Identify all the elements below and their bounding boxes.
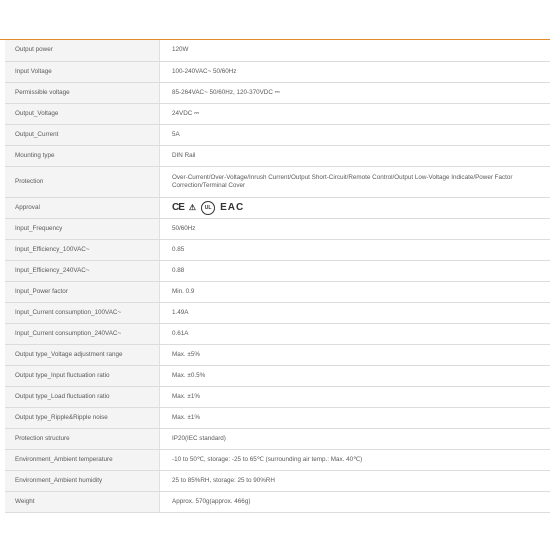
spec-value: DIN Rail bbox=[159, 145, 550, 167]
table-row: Output_Current 5A bbox=[5, 124, 550, 146]
table-row: Input_Current consumption_240VAC~ 0.61A bbox=[5, 323, 550, 345]
spec-value: 120W bbox=[159, 40, 550, 62]
spec-label: Environment_Ambient temperature bbox=[5, 449, 160, 471]
spec-value: 25 to 85%RH, storage: 25 to 90%RH bbox=[159, 470, 550, 492]
spec-value: Approx. 570g(approx. 466g) bbox=[159, 491, 550, 513]
top-divider bbox=[0, 0, 550, 40]
spec-value: Over-Current/Over-Voltage/Inrush Current… bbox=[159, 166, 550, 198]
spec-label: Output type_Input fluctuation ratio bbox=[5, 365, 160, 387]
spec-value: Min. 0.9 bbox=[159, 281, 550, 303]
table-row: Environment_Ambient humidity 25 to 85%RH… bbox=[5, 470, 550, 492]
table-row: Output type_Ripple&Ripple noise Max. ±1% bbox=[5, 407, 550, 429]
spec-label: Mounting type bbox=[5, 145, 160, 167]
spec-label: Input_Efficiency_240VAC~ bbox=[5, 260, 160, 282]
spec-label: Environment_Ambient humidity bbox=[5, 470, 160, 492]
eac-mark-icon: EAC bbox=[220, 201, 245, 213]
spec-label: Output_Current bbox=[5, 124, 160, 146]
table-row: Weight Approx. 570g(approx. 466g) bbox=[5, 491, 550, 513]
spec-value: Max. ±1% bbox=[159, 407, 550, 429]
table-row: Output_Voltage 24VDC ⎓ bbox=[5, 103, 550, 125]
spec-label: Input Voltage bbox=[5, 61, 160, 83]
table-row: Input_Power factor Min. 0.9 bbox=[5, 281, 550, 303]
approval-marks: CE ⚠ UL EAC bbox=[159, 197, 550, 219]
spec-table: Output power 120W Input Voltage 100-240V… bbox=[5, 40, 550, 513]
spec-label: Protection structure bbox=[5, 428, 160, 450]
spec-value: 5A bbox=[159, 124, 550, 146]
spec-value: 85-264VAC~ 50/60Hz, 120-370VDC ⎓ bbox=[159, 82, 550, 104]
spec-value: -10 to 50℃, storage: -25 to 65℃ (surroun… bbox=[159, 449, 550, 471]
ce-mark-icon: CE bbox=[172, 201, 185, 213]
table-row: Input Voltage 100-240VAC~ 50/60Hz bbox=[5, 61, 550, 83]
table-row: Output type_Input fluctuation ratio Max.… bbox=[5, 365, 550, 387]
spec-label: Protection bbox=[5, 166, 160, 198]
spec-label: Input_Current consumption_100VAC~ bbox=[5, 302, 160, 324]
spec-label: Input_Frequency bbox=[5, 218, 160, 240]
table-row: Output type_Load fluctuation ratio Max. … bbox=[5, 386, 550, 408]
spec-label: Output type_Voltage adjustment range bbox=[5, 344, 160, 366]
spec-label: Input_Efficiency_100VAC~ bbox=[5, 239, 160, 261]
table-row: Protection structure IP20(IEC standard) bbox=[5, 428, 550, 450]
table-row: Output power 120W bbox=[5, 40, 550, 62]
table-row: Output type_Voltage adjustment range Max… bbox=[5, 344, 550, 366]
table-row: Mounting type DIN Rail bbox=[5, 145, 550, 167]
ul-mark-icon: UL bbox=[201, 200, 216, 215]
warning-triangle-icon: ⚠ bbox=[188, 202, 197, 212]
spec-value: Max. ±0.5% bbox=[159, 365, 550, 387]
table-row: Input_Frequency 50/60Hz bbox=[5, 218, 550, 240]
spec-label: Approval bbox=[5, 197, 160, 219]
spec-label: Output_Voltage bbox=[5, 103, 160, 125]
spec-value: 50/60Hz bbox=[159, 218, 550, 240]
table-row: Environment_Ambient temperature -10 to 5… bbox=[5, 449, 550, 471]
spec-value: 1.49A bbox=[159, 302, 550, 324]
spec-label: Weight bbox=[5, 491, 160, 513]
table-row: Approval CE ⚠ UL EAC bbox=[5, 197, 550, 219]
table-row: Permissible voltage 85-264VAC~ 50/60Hz, … bbox=[5, 82, 550, 104]
spec-value: 0.61A bbox=[159, 323, 550, 345]
spec-label: Input_Current consumption_240VAC~ bbox=[5, 323, 160, 345]
table-row: Input_Current consumption_100VAC~ 1.49A bbox=[5, 302, 550, 324]
spec-value: Max. ±5% bbox=[159, 344, 550, 366]
spec-value: 0.88 bbox=[159, 260, 550, 282]
spec-value: Max. ±1% bbox=[159, 386, 550, 408]
spec-value: 100-240VAC~ 50/60Hz bbox=[159, 61, 550, 83]
spec-label: Output type_Ripple&Ripple noise bbox=[5, 407, 160, 429]
spec-value: IP20(IEC standard) bbox=[159, 428, 550, 450]
spec-label: Permissible voltage bbox=[5, 82, 160, 104]
spec-value: 0.85 bbox=[159, 239, 550, 261]
spec-value: 24VDC ⎓ bbox=[159, 103, 550, 125]
spec-label: Input_Power factor bbox=[5, 281, 160, 303]
table-row: Input_Efficiency_100VAC~ 0.85 bbox=[5, 239, 550, 261]
table-row: Protection Over-Current/Over-Voltage/Inr… bbox=[5, 166, 550, 198]
spec-label: Output power bbox=[5, 40, 160, 62]
table-row: Input_Efficiency_240VAC~ 0.88 bbox=[5, 260, 550, 282]
spec-label: Output type_Load fluctuation ratio bbox=[5, 386, 160, 408]
